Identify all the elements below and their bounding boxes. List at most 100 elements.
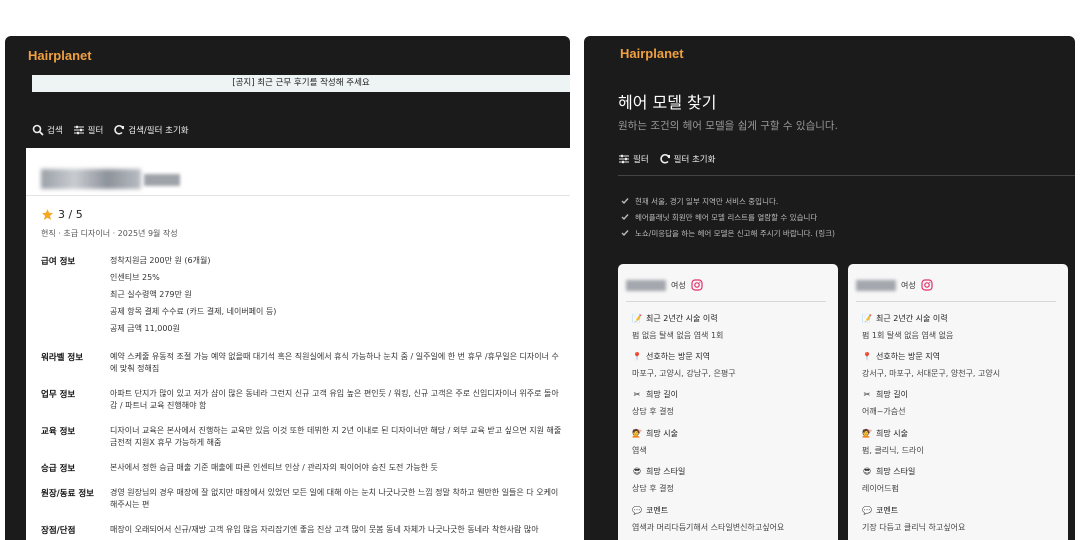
scissors-icon: ✂ [633,390,641,399]
review-card: 3 / 5 현직 · 초급 디자이너 · 2025년 9월 작성 급여 정보 정… [26,148,570,540]
style-field: 😎 희망 스타일 레이어드펌 [862,466,915,494]
comment-field: 💬 코멘트 염색과 머리다듬기해서 스타일변신하고싶어요 [632,505,784,533]
field-label: 희망 시술 [646,429,678,438]
notice-list: 현재 서울, 경기 일부 지역만 서비스 중입니다. 헤어플래닛 회원만 헤어 … [621,193,835,241]
section-label: 업무 정보 [41,390,76,400]
review-meta: 현직 · 초급 디자이너 · 2025년 9월 작성 [41,229,178,238]
field-value: 상담 후 결정 [632,407,674,416]
section-label: 워라벨 정보 [41,353,84,363]
section-text: 경영 원장님의 경우 매장에 잘 없지만 매장에서 있었던 모든 일에 대해 아… [110,488,559,509]
speech-bubble-icon: 💬 [632,506,642,515]
notice-text: 헤어플래닛 회원만 헤어 모델 리스트를 열람할 수 있습니다 [635,212,818,222]
divider [26,195,570,196]
divider [856,301,1056,302]
sliders-icon [73,125,84,135]
memo-icon: 📝 [632,314,642,323]
search-label: 검색 [47,126,63,136]
model-card[interactable]: 여성 📝 최근 2년간 시술 이력 펌 없음 탈색 없음 염색 1회 📍 선호하는 … [618,264,838,540]
search-icon [32,124,44,136]
section-text: 본사에서 정한 승급 매출 기준 매출에 따른 인센티브 인상 / 관리자의 픽… [110,463,438,472]
section-label: 교육 정보 [41,427,76,437]
area-field: 📍 선호하는 방문 지역 마포구, 고양시, 강남구, 은평구 [632,351,736,379]
salary-line: 공제 항목 결제 수수료 (카드 결제, 네이버페이 등) [110,307,277,316]
field-label: 희망 스타일 [876,467,916,476]
field-value: 상담 후 결정 [632,484,674,493]
divider [626,301,826,302]
field-label: 선호하는 방문 지역 [646,352,710,361]
speech-bubble-icon: 💬 [862,506,872,515]
area-field: 📍 선호하는 방문 지역 강서구, 마포구, 서대문구, 양천구, 고양시 [862,351,1000,379]
salary-line: 정착지원금 200만 원 (6개월) [110,256,211,265]
notice-item[interactable]: 노쇼/미응답을 하는 헤어 모델은 신고해 주시기 바랍니다. (링크) [621,225,835,241]
section-text: 예약 스케줄 유동적 조절 가능 예약 없을때 대기석 혹은 직원실에서 휴식 … [110,352,559,373]
filter-button[interactable]: 필터 [618,153,649,165]
review-app-window: Hairplanet [공지] 최근 근무 후기를 작성해 주세요 검색 필터 … [5,36,570,540]
model-card[interactable]: 여성 📝 최근 2년간 시술 이력 펌 1회 탈색 없음 염색 없음 📍 선호하는 … [848,264,1068,540]
rating: 3 / 5 [41,208,83,221]
comment-field: 💬 코멘트 기장 다듬고 클리닉 하고싶어요 [862,505,965,533]
length-field: ✂ 희망 길이 상담 후 결정 [632,389,678,417]
reset-button[interactable]: 검색/필터 초기화 [113,124,189,136]
length-field: ✂ 희망 길이 어깨~가슴선 [862,389,908,417]
instagram-icon[interactable] [691,279,703,291]
notice-item: 현재 서울, 경기 일부 지역만 서비스 중입니다. [621,193,835,209]
salary-line: 인센티브 25% [110,273,160,282]
treatment-field: 💇 희망 시술 펌, 클리닉, 드라이 [862,428,924,456]
style-field: 😎 희망 스타일 상담 후 결정 [632,466,685,494]
scissors-icon: ✂ [863,390,871,399]
field-value: 마포구, 고양시, 강남구, 은평구 [632,369,736,378]
section-text: 매장이 오래되어서 신규/재방 고객 유입 많음 자리잡기엔 좋음 진상 고객 … [110,525,539,534]
field-value: 기장 다듬고 클리닉 하고싶어요 [862,523,966,532]
field-label: 희망 스타일 [646,467,686,476]
page-title: 헤어 모델 찾기 [618,93,717,112]
notice-banner[interactable]: [공지] 최근 근무 후기를 작성해 주세요 [32,75,570,92]
reset-button[interactable]: 필터 초기화 [659,153,716,165]
blurred-nickname [856,279,896,291]
notice-text: 현재 서울, 경기 일부 지역만 서비스 중입니다. [635,196,779,206]
section-text: 아파트 단지가 많이 있고 저가 샵이 많은 동네라 그런지 신규 고객 유입 … [110,389,559,410]
section-text: 디자이너 교육은 본사에서 진행하는 교육만 있음 이것 또한 데뷔한 지 2년… [110,426,562,447]
field-value: 펌 없음 탈색 없음 염색 1회 [632,331,724,340]
field-label: 최근 2년간 시술 이력 [646,314,718,323]
salary-line: 공제 금액 11,000원 [110,324,180,333]
check-icon [621,214,629,221]
section-label: 장점/단점 [41,526,76,536]
toolbar: 검색 필터 검색/필터 초기화 [32,124,189,136]
field-label: 선호하는 방문 지역 [876,352,940,361]
logo[interactable]: Hairplanet [620,46,684,61]
reset-label: 필터 초기화 [673,155,716,165]
logo[interactable]: Hairplanet [28,48,92,63]
toolbar: 필터 필터 초기화 [618,153,715,165]
card-header: 여성 [856,279,933,291]
search-button[interactable]: 검색 [32,124,63,136]
filter-button[interactable]: 필터 [73,124,103,136]
field-value: 펌 1회 탈색 없음 염색 없음 [862,331,954,340]
field-value: 강서구, 마포구, 서대문구, 양천구, 고양시 [862,369,1001,378]
field-label: 코멘트 [646,506,669,515]
field-label: 희망 길이 [646,390,678,399]
sliders-icon [619,154,629,164]
history-field: 📝 최근 2년간 시술 이력 펌 1회 탈색 없음 염색 없음 [862,313,953,341]
section-label: 급여 정보 [41,257,76,267]
divider [618,175,1075,176]
haircut-icon: 💇 [862,429,872,438]
pin-icon: 📍 [862,352,872,361]
section-label: 승급 정보 [41,464,76,474]
field-value: 어깨~가슴선 [862,407,906,416]
check-icon [621,230,629,237]
section-label: 원장/동료 정보 [41,489,94,499]
sunglasses-icon: 😎 [862,467,872,476]
instagram-icon[interactable] [921,279,933,291]
page-subtitle: 원하는 조건의 헤어 모델을 쉽게 구할 수 있습니다. [618,120,838,132]
star-icon [42,209,53,220]
field-label: 최근 2년간 시술 이력 [876,314,948,323]
field-value: 염색과 머리다듬기해서 스타일변신하고싶어요 [632,523,785,532]
model-finder-window: Hairplanet 헤어 모델 찾기 원하는 조건의 헤어 모델을 쉽게 구할… [584,36,1075,540]
field-value: 펌, 클리닉, 드라이 [862,446,924,455]
blurred-nickname [626,279,666,291]
field-value: 레이어드펌 [862,484,899,493]
card-header: 여성 [626,279,703,291]
rating-value: 3 / 5 [58,208,83,221]
gender-label: 여성 [901,280,916,290]
refresh-icon [659,154,670,164]
